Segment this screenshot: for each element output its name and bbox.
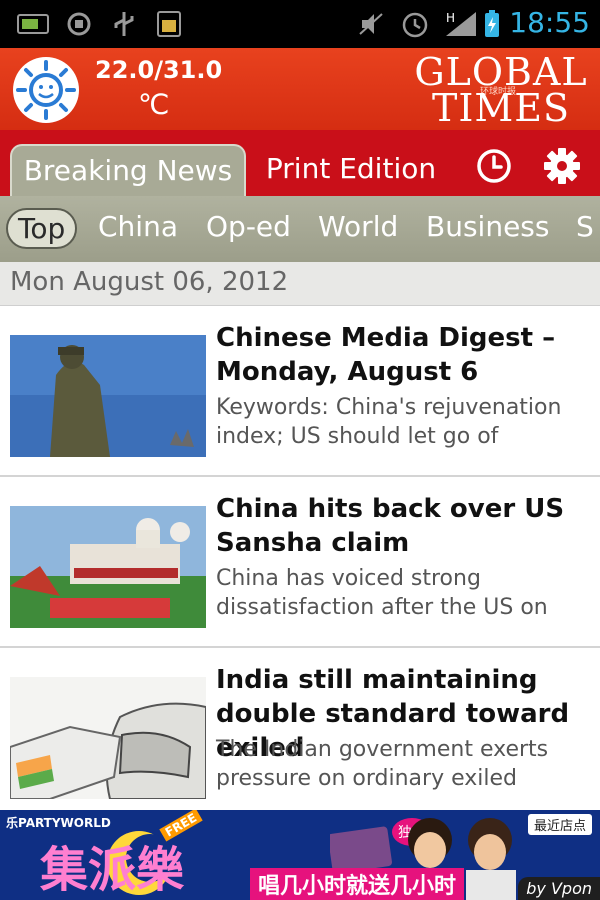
usb-icon [114, 12, 134, 36]
article-thumbnail [10, 677, 206, 799]
ad-brand: 乐PARTYWORLD [6, 816, 111, 830]
signal-h-icon: H [446, 11, 476, 36]
tab-print-edition[interactable]: Print Edition [258, 144, 444, 196]
category-world[interactable]: World [318, 210, 398, 243]
date-header: Mon August 06, 2012 [0, 262, 600, 306]
settings-gear-icon[interactable] [538, 144, 586, 192]
category-business[interactable]: Business [426, 210, 549, 243]
article-title[interactable]: Chinese Media Digest – Monday, August 6 [216, 321, 596, 389]
svg-text:H: H [446, 11, 455, 25]
sd-card-icon [157, 11, 181, 37]
mute-icon [359, 13, 383, 35]
article-item[interactable]: Chinese Media Digest – Monday, August 6 … [0, 307, 600, 477]
sunny-weather-icon[interactable] [12, 56, 80, 124]
article-item[interactable]: India still maintaining double standard … [0, 649, 600, 819]
category-op-ed[interactable]: Op-ed [206, 210, 291, 243]
article-thumbnail [10, 506, 206, 628]
tab-breaking-news[interactable]: Breaking News [10, 144, 246, 196]
date-label: Mon August 06, 2012 [10, 267, 289, 297]
alarm-icon [402, 12, 428, 38]
category-top[interactable]: Top [6, 208, 78, 249]
article-summary: China has voiced strong dissatisfaction … [216, 566, 548, 620]
article-summary: Keywords: China's rejuvenation index; US… [216, 395, 562, 449]
battery-saver-icon [17, 14, 49, 34]
category-strip[interactable]: Top China Op-ed World Business S [0, 196, 600, 262]
advertisement-banner[interactable]: 乐PARTYWORLD 集派樂 FREE 独享 唱几小时就送几小时 最近店点 b… [0, 810, 600, 900]
ad-headline: 集派樂 [40, 842, 185, 898]
ad-network-label: by Vpon [518, 877, 600, 900]
article-thumbnail [10, 335, 206, 457]
clock-icon[interactable] [470, 144, 518, 192]
article-title[interactable]: China hits back over US Sansha claim [216, 492, 596, 560]
category-china[interactable]: China [98, 210, 178, 243]
ad-store-button[interactable]: 最近店点 [527, 814, 592, 835]
android-debug-icon [67, 12, 91, 36]
app-header: 22.0/31.0 ℃ GLOBAL 环球时报 TIMES [0, 48, 600, 130]
battery-icon [485, 10, 499, 37]
logo-text-times: TIMES [431, 86, 571, 130]
ad-promo-text: 唱几小时就送几小时 [250, 868, 465, 900]
article-summary: The Indian government exerts pressure on… [216, 737, 549, 791]
status-bar: H 18:55 [0, 0, 600, 48]
category-sports-partial[interactable]: S [576, 210, 594, 243]
temperature-unit: ℃ [138, 88, 170, 121]
global-times-logo: GLOBAL 环球时报 TIMES [404, 50, 598, 130]
tab-bar: Breaking News Print Edition [0, 130, 600, 196]
clock-time: 18:55 [509, 6, 590, 39]
article-item[interactable]: China hits back over US Sansha claim Chi… [0, 478, 600, 648]
temperature-range: 22.0/31.0 [95, 56, 223, 84]
